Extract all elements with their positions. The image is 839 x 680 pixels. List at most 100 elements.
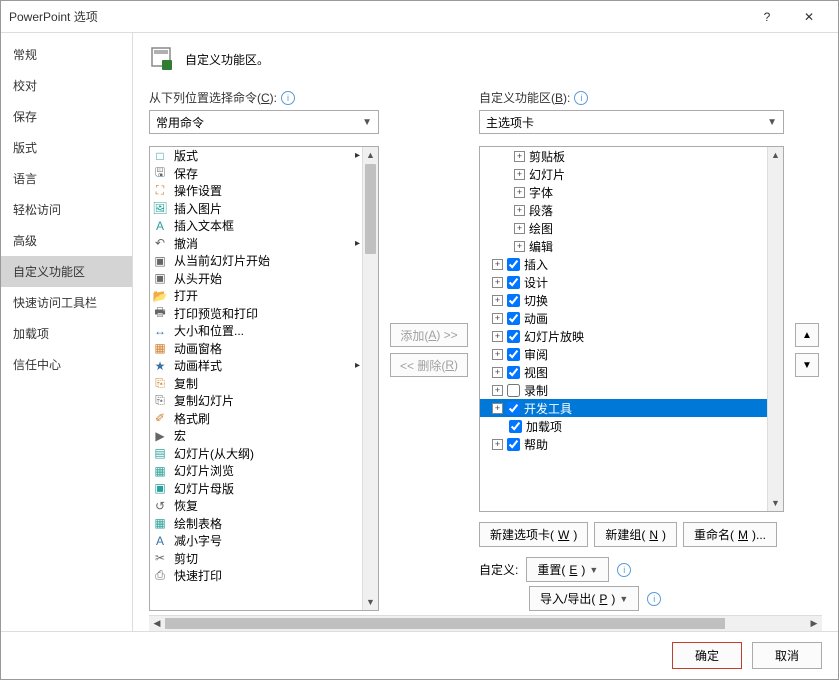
command-item[interactable]: ★动画样式▸ [150, 357, 362, 375]
ribbon-tabs-combo[interactable]: 主选项卡 ▼ [479, 110, 784, 134]
command-item[interactable]: A插入文本框 [150, 217, 362, 235]
info-icon[interactable]: i [281, 91, 295, 105]
command-item[interactable]: ▶宏 [150, 427, 362, 445]
horizontal-scrollbar[interactable]: ◀ ▶ [149, 615, 822, 631]
command-item[interactable]: ⛶操作设置 [150, 182, 362, 200]
sidebar-item[interactable]: 自定义功能区 [1, 256, 132, 287]
sidebar-item[interactable]: 高级 [1, 225, 132, 256]
vertical-scrollbar[interactable]: ▲ ▼ [767, 147, 783, 511]
command-item[interactable]: 🖼插入图片 [150, 200, 362, 218]
command-item[interactable]: ▣幻灯片母版 [150, 480, 362, 498]
tree-checkbox[interactable] [507, 348, 520, 361]
tree-row[interactable]: +动画 [480, 309, 767, 327]
command-item[interactable]: ▣从头开始 [150, 270, 362, 288]
expander-icon[interactable]: + [492, 331, 503, 342]
command-item[interactable]: 🖶打印预览和打印 [150, 305, 362, 323]
command-item[interactable]: ⎘复制幻灯片 [150, 392, 362, 410]
expander-icon[interactable]: + [514, 187, 525, 198]
tree-row[interactable]: 加载项 [480, 417, 767, 435]
expander-icon[interactable]: + [492, 367, 503, 378]
command-item[interactable]: ✂剪切 [150, 550, 362, 568]
sidebar-item[interactable]: 版式 [1, 132, 132, 163]
tree-row[interactable]: +段落 [480, 201, 767, 219]
command-item[interactable]: 📂打开 [150, 287, 362, 305]
scroll-right-icon[interactable]: ▶ [806, 616, 822, 631]
sidebar-item[interactable]: 语言 [1, 163, 132, 194]
command-item[interactable]: ↶撤消▸ [150, 235, 362, 253]
expander-icon[interactable]: + [514, 169, 525, 180]
expander-icon[interactable]: + [492, 295, 503, 306]
tree-row[interactable]: +设计 [480, 273, 767, 291]
command-item[interactable]: ▦绘制表格 [150, 515, 362, 533]
command-item[interactable]: ↺恢复 [150, 497, 362, 515]
expander-icon[interactable]: + [492, 403, 503, 414]
expander-icon[interactable]: + [492, 313, 503, 324]
expander-icon[interactable]: + [492, 349, 503, 360]
commands-source-combo[interactable]: 常用命令 ▼ [149, 110, 379, 134]
scroll-thumb[interactable] [365, 164, 376, 254]
info-icon[interactable]: i [617, 563, 631, 577]
tree-checkbox[interactable] [507, 276, 520, 289]
tree-checkbox[interactable] [507, 294, 520, 307]
expander-icon[interactable]: + [492, 277, 503, 288]
sidebar-item[interactable]: 常规 [1, 39, 132, 70]
reset-button[interactable]: 重置(E) ▼ [526, 557, 609, 582]
command-item[interactable]: ⎙快速打印 [150, 567, 362, 585]
tree-row[interactable]: +幻灯片放映 [480, 327, 767, 345]
tree-row[interactable]: +开发工具 [480, 399, 767, 417]
tree-row[interactable]: +视图 [480, 363, 767, 381]
help-button[interactable]: ? [746, 2, 788, 32]
cancel-button[interactable]: 取消 [752, 642, 822, 669]
tree-row[interactable]: +剪贴板 [480, 147, 767, 165]
scroll-down-icon[interactable]: ▼ [768, 495, 783, 511]
command-item[interactable]: ▦动画窗格 [150, 340, 362, 358]
tree-row[interactable]: +录制 [480, 381, 767, 399]
tree-checkbox[interactable] [507, 402, 520, 415]
scroll-up-icon[interactable]: ▲ [768, 147, 783, 163]
expander-icon[interactable]: + [514, 205, 525, 216]
tree-checkbox[interactable] [507, 366, 520, 379]
scroll-down-icon[interactable]: ▼ [363, 594, 378, 610]
tree-row[interactable]: +插入 [480, 255, 767, 273]
expander-icon[interactable]: + [514, 223, 525, 234]
new-tab-button[interactable]: 新建选项卡(W) [479, 522, 588, 547]
new-group-button[interactable]: 新建组(N) [594, 522, 677, 547]
move-up-button[interactable]: ▲ [795, 323, 819, 347]
command-item[interactable]: A减小字号 [150, 532, 362, 550]
expander-icon[interactable]: + [514, 241, 525, 252]
tree-row[interactable]: +切换 [480, 291, 767, 309]
expander-icon[interactable]: + [492, 439, 503, 450]
tree-row[interactable]: +幻灯片 [480, 165, 767, 183]
remove-button[interactable]: << 删除(R) [390, 353, 468, 377]
command-item[interactable]: ▣从当前幻灯片开始 [150, 252, 362, 270]
tree-checkbox[interactable] [507, 258, 520, 271]
command-item[interactable]: 🖫保存 [150, 165, 362, 183]
import-export-button[interactable]: 导入/导出(P) ▼ [529, 586, 639, 611]
command-item[interactable]: ↔大小和位置... [150, 322, 362, 340]
tree-row[interactable]: +绘图 [480, 219, 767, 237]
command-item[interactable]: □版式▸ [150, 147, 362, 165]
command-item[interactable]: ▤幻灯片(从大纲) [150, 445, 362, 463]
scroll-up-icon[interactable]: ▲ [363, 147, 378, 163]
sidebar-item[interactable]: 保存 [1, 101, 132, 132]
tree-row[interactable]: +字体 [480, 183, 767, 201]
info-icon[interactable]: i [647, 592, 661, 606]
sidebar-item[interactable]: 信任中心 [1, 349, 132, 380]
command-item[interactable]: ▦幻灯片浏览 [150, 462, 362, 480]
tree-checkbox[interactable] [507, 312, 520, 325]
sidebar-item[interactable]: 轻松访问 [1, 194, 132, 225]
add-button[interactable]: 添加(A) >> [390, 323, 468, 347]
ribbon-tree[interactable]: +剪贴板+幻灯片+字体+段落+绘图+编辑+插入+设计+切换+动画+幻灯片放映+审… [479, 146, 784, 512]
commands-listbox[interactable]: □版式▸🖫保存⛶操作设置🖼插入图片A插入文本框↶撤消▸▣从当前幻灯片开始▣从头开… [149, 146, 379, 611]
expander-icon[interactable]: + [492, 259, 503, 270]
expander-icon[interactable]: + [514, 151, 525, 162]
tree-checkbox[interactable] [507, 330, 520, 343]
scroll-thumb[interactable] [165, 618, 725, 629]
sidebar-item[interactable]: 快速访问工具栏 [1, 287, 132, 318]
expander-icon[interactable]: + [492, 385, 503, 396]
tree-row[interactable]: +编辑 [480, 237, 767, 255]
move-down-button[interactable]: ▼ [795, 353, 819, 377]
tree-checkbox[interactable] [509, 420, 522, 433]
ok-button[interactable]: 确定 [672, 642, 742, 669]
tree-checkbox[interactable] [507, 384, 520, 397]
